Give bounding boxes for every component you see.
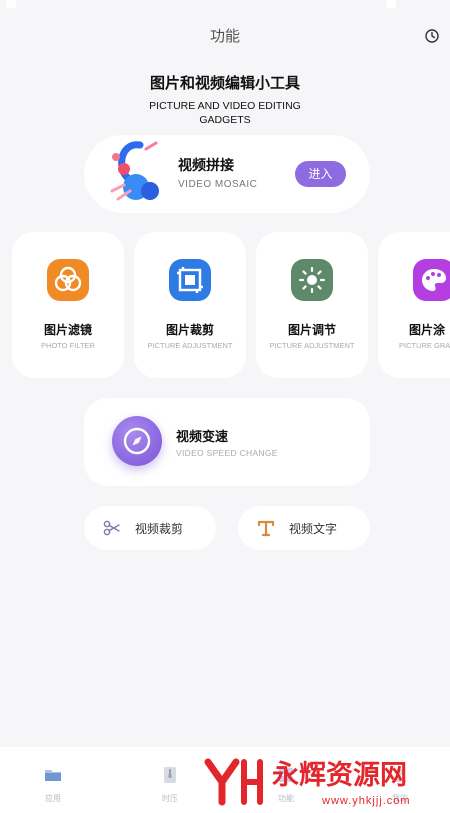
tab-label: 应用 [45, 794, 61, 803]
tool-card-picture-crop[interactable]: 图片裁剪 PICTURE ADJUSTMENT [134, 232, 246, 378]
page-title: 功能 [209, 27, 240, 45]
tool-card-photo-filter[interactable]: 图片滤镜 PHOTO FILTER [12, 232, 124, 378]
status-bar [0, 0, 450, 14]
watermark-url: www.yhkjjj.com [321, 795, 411, 807]
watermark-text: 永辉资源网 [271, 760, 407, 791]
status-notch-right [386, 0, 396, 8]
tool-subtitle: PICTURE ADJUSTMENT [269, 341, 355, 350]
hero-subtitle-line2: GADGETS [199, 114, 251, 126]
video-mosaic-subtitle: VIDEO MOSAIC [178, 179, 258, 190]
app-header: 功能 [0, 24, 450, 48]
tab-apps[interactable]: 应用 [23, 765, 83, 804]
video-text-label: 视频文字 [289, 522, 338, 536]
tool-name: 图片涂 [409, 323, 446, 337]
status-notch-left [6, 0, 16, 8]
tab-label: 时压 [162, 794, 178, 803]
tab-compress[interactable]: 时压 [140, 765, 200, 804]
watermark-logo [204, 758, 263, 806]
filter-circles-icon [47, 259, 89, 301]
tool-card-picture-adjust[interactable]: 图片调节 PICTURE ADJUSTMENT [256, 232, 368, 378]
compass-icon [112, 416, 162, 466]
palette-icon [413, 259, 450, 301]
tool-subtitle: PHOTO FILTER [41, 341, 95, 350]
video-crop-button[interactable]: 视频裁剪 [84, 506, 216, 550]
video-mosaic-title: 视频拼接 [178, 158, 234, 174]
enter-button[interactable]: 进入 [295, 161, 346, 187]
folder-icon [45, 770, 61, 781]
file-zip-icon [164, 767, 176, 783]
video-speed-title: 视频变速 [176, 430, 229, 445]
video-speed-subtitle: VIDEO SPEED CHANGE [176, 448, 278, 458]
tool-subtitle: PICTURE GRA [399, 341, 450, 350]
tool-name: 图片滤镜 [43, 323, 92, 337]
hero-section: 图片和视频编辑小工具 PICTURE AND VIDEO EDITING GAD… [0, 72, 450, 127]
text-t-icon [257, 520, 275, 537]
hero-subtitle-line1: PICTURE AND VIDEO EDITING [149, 100, 301, 112]
clock-icon[interactable] [424, 28, 440, 44]
video-mosaic-card[interactable]: 视频拼接 VIDEO MOSAIC 进入 [84, 135, 370, 213]
sun-icon [291, 259, 333, 301]
video-mosaic-illustration [110, 141, 159, 201]
video-speed-card[interactable]: 视频变速 VIDEO SPEED CHANGE [84, 398, 370, 486]
hero-subtitle: PICTURE AND VIDEO EDITING GADGETS [0, 99, 450, 127]
crop-frame-icon [169, 259, 211, 301]
tool-name: 图片调节 [287, 323, 336, 337]
hero-title: 图片和视频编辑小工具 [149, 74, 300, 92]
tool-card-picture-graffiti[interactable]: 图片涂 PICTURE GRA [378, 232, 450, 378]
tool-subtitle: PICTURE ADJUSTMENT [147, 341, 233, 350]
tool-carousel[interactable]: 图片滤镜 PHOTO FILTER 图片裁剪 PICTURE ADJUSTMEN… [0, 232, 450, 380]
tool-name: 图片裁剪 [165, 323, 214, 337]
video-crop-label: 视频裁剪 [135, 522, 184, 536]
watermark-overlay: 永辉资源网 www.yhkjjj.com [204, 758, 411, 807]
scissors-icon [103, 520, 120, 536]
video-text-button[interactable]: 视频文字 [238, 506, 370, 550]
